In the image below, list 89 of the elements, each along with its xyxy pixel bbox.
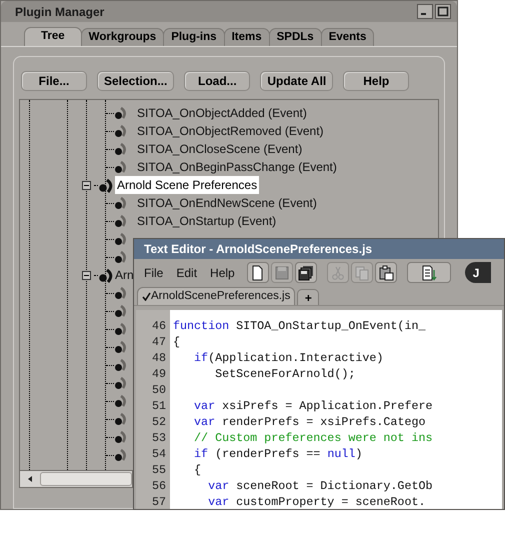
event-icon — [114, 322, 128, 336]
toolbar-button[interactable] — [374, 262, 397, 283]
code-line: var xsiPrefs = Application.Prefere — [193, 398, 433, 414]
cut-icon — [330, 264, 346, 280]
tree-item[interactable]: Arnold Scene Preferences — [115, 176, 260, 194]
tab[interactable]: Plug-ins — [163, 28, 225, 46]
toolbar-button[interactable] — [406, 262, 451, 283]
toolbar-button[interactable] — [246, 262, 269, 283]
tree-item[interactable]: SITOA_OnBeginPassChange (Event) — [137, 158, 337, 176]
tab[interactable]: Tree — [24, 27, 82, 46]
code-line: if (renderPrefs == null) — [193, 446, 362, 462]
maximize-button[interactable] — [435, 4, 451, 19]
line-number: 57 — [150, 494, 166, 509]
code-line: var sceneRoot = Dictionary.GetOb — [207, 478, 433, 494]
tab[interactable]: Workgroups — [80, 28, 164, 46]
save-icon — [274, 264, 290, 280]
line-number: 52 — [150, 414, 166, 430]
line-number: 51 — [150, 398, 166, 414]
tree-item[interactable]: SITOA_OnObjectAdded (Event) — [137, 104, 307, 122]
code-line: function SITOA_OnStartup_OnEvent(in_ — [173, 318, 426, 334]
event-icon — [114, 340, 128, 354]
tree-item[interactable]: SITOA_OnEndNewScene (Event) — [137, 194, 317, 212]
plugin-icon — [98, 178, 113, 192]
plugin-icon — [98, 268, 113, 282]
event-icon — [114, 358, 128, 372]
line-number: 53 — [150, 430, 166, 446]
toolbar-button[interactable]: Update All — [260, 71, 334, 91]
code-line: var customProperty = sceneRoot. — [207, 494, 426, 509]
event-icon — [114, 106, 128, 120]
new-tab-button[interactable]: + — [297, 289, 320, 305]
event-icon — [114, 430, 128, 444]
tree-item[interactable]: Arn — [115, 266, 134, 284]
code-line: { — [193, 462, 202, 478]
event-icon — [114, 250, 128, 264]
tab[interactable]: Items — [224, 28, 270, 46]
check-icon — [142, 292, 151, 301]
event-icon — [114, 196, 128, 210]
menu-item[interactable]: Help — [208, 264, 237, 282]
paste-icon — [378, 264, 394, 280]
toolbar-button[interactable]: Help — [343, 71, 410, 91]
toolbar-button[interactable] — [294, 262, 317, 283]
event-icon — [114, 394, 128, 408]
insert-file-icon — [420, 264, 437, 280]
line-number: 56 — [150, 478, 166, 494]
window-title: Text Editor - ArnoldScenePreferences.js — [144, 241, 372, 258]
line-number: 50 — [150, 382, 166, 398]
tree-item[interactable]: SITOA_OnObjectRemoved (Event) — [137, 122, 324, 140]
event-icon — [114, 232, 128, 246]
line-number: 54 — [150, 446, 166, 462]
event-icon — [114, 412, 128, 426]
event-icon — [114, 142, 128, 156]
tree-item[interactable]: SITOA_OnCloseScene (Event) — [137, 140, 302, 158]
scrollbar-thumb[interactable] — [40, 472, 132, 486]
minimize-button[interactable] — [417, 4, 433, 19]
menu-item[interactable]: Edit — [174, 264, 200, 282]
event-icon — [114, 376, 128, 390]
copy-icon — [354, 264, 370, 280]
minimize-icon — [421, 13, 426, 15]
file-tab[interactable]: ArnoldScenePreferences.js — [137, 287, 296, 305]
line-number: 49 — [150, 366, 166, 382]
event-icon — [114, 304, 128, 318]
save-all-icon — [298, 264, 314, 280]
line-number: 55 — [150, 462, 166, 478]
code-line: // Custom preferences were not ins — [193, 430, 433, 446]
toolbar-button[interactable]: Selection... — [97, 71, 174, 91]
tree-item[interactable]: SITOA_OnStartup (Event) — [137, 212, 276, 230]
horizontal-scrollbar[interactable] — [19, 471, 133, 488]
line-number: 46 — [150, 318, 166, 334]
event-icon — [114, 286, 128, 300]
code-line: var renderPrefs = xsiPrefs.Catego — [193, 414, 426, 430]
event-icon — [114, 214, 128, 228]
window-title: Plugin Manager — [15, 4, 104, 20]
collapse-toggle[interactable] — [82, 270, 91, 280]
code-line: SetSceneForArnold(); — [214, 366, 356, 382]
menu-item[interactable]: File — [142, 264, 166, 282]
code-line: { — [173, 334, 180, 350]
collapse-toggle[interactable] — [82, 180, 91, 190]
event-icon — [114, 448, 128, 462]
maximize-icon — [436, 5, 450, 18]
line-number: 48 — [150, 350, 166, 366]
toolbar-button[interactable]: File... — [21, 71, 87, 91]
event-icon — [114, 124, 128, 138]
language-badge: J — [464, 262, 491, 283]
code-line: if(Application.Interactive) — [193, 350, 384, 366]
tab[interactable]: SPDLs — [268, 28, 322, 46]
tab[interactable]: Events — [320, 28, 374, 46]
event-icon — [114, 160, 128, 174]
line-number: 47 — [150, 334, 166, 350]
toolbar-button[interactable]: Load... — [184, 71, 250, 91]
